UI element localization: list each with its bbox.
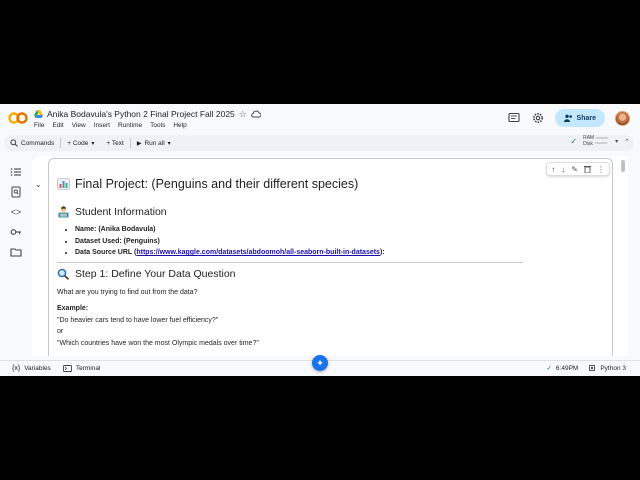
colab-logo[interactable] [8,111,28,125]
data-source-link[interactable]: https://www.kaggle.com/datasets/abdoomoh… [136,249,380,256]
notebook-title[interactable]: Anika Bodavula's Python 2 Final Project … [47,109,235,119]
terminal-button[interactable]: Terminal [62,365,101,372]
vertical-scrollbar[interactable] [620,156,626,356]
data-source-suffix: ): [379,249,385,256]
runtime-indicator[interactable]: Python 3 [588,364,626,372]
delete-icon[interactable] [584,165,591,173]
student-info-heading: Student Information [57,206,597,218]
table-of-contents-icon[interactable] [10,166,22,178]
menu-bar: File Edit View Insert Runtime Tools Help [34,122,187,129]
student-emoji-icon [58,206,69,218]
add-text-label: + Text [106,139,124,147]
resource-meter[interactable]: RAM Disk [583,135,609,147]
bar-chart-icon [57,178,70,190]
chevron-down-icon[interactable]: ▾ [91,140,94,147]
cloud-saved-icon[interactable] [251,110,261,118]
more-options-icon[interactable]: ⋮ [597,165,605,174]
disk-label: Disk [583,140,593,147]
find-replace-icon[interactable] [10,186,22,198]
example-1: "Do heavier cars tend to have lower fuel… [57,316,219,324]
people-icon [563,114,572,122]
cell-heading: Final Project: (Penguins and their diffe… [57,177,597,191]
chevron-up-icon[interactable]: ⌃ [624,138,630,146]
commands-button[interactable]: Commands [4,139,60,147]
execution-status[interactable]: ✓ 6:49PM [546,364,579,373]
toolbar: Commands + Code ▾ + Text ▶ Run all ▾ ✓ R… [4,135,634,151]
chevron-down-icon[interactable]: ▾ [168,140,171,147]
notebook-area: ⌄ ↑ ↓ ✎ ⋮ Final Project: (Penguins and t [32,156,628,356]
scrollbar-thumb[interactable] [621,160,625,172]
data-source-label: Data Source URL ( [75,249,137,256]
chevron-down-icon[interactable]: ▾ [615,138,618,145]
menu-insert[interactable]: Insert [94,122,110,129]
commands-label: Commands [21,139,55,147]
magnifier-icon [57,268,70,280]
or-text: or [57,328,64,335]
cell-toolbar: ↑ ↓ ✎ ⋮ [546,162,610,176]
execution-time: 6:49PM [555,364,579,372]
markdown-cell[interactable]: ↑ ↓ ✎ ⋮ Final Project: (Penguins and the… [48,158,613,356]
add-text-button[interactable]: + Text [100,140,129,147]
menu-view[interactable]: View [72,122,86,129]
example-2: "Which countries have won the most Olymp… [57,339,259,347]
horizontal-rule [57,261,523,263]
menu-help[interactable]: Help [173,122,186,129]
add-code-button[interactable]: + Code ▾ [61,140,100,147]
play-icon: ▶ [136,140,142,147]
final-project-title: Final Project: (Penguins and their diffe… [75,177,359,191]
checkmark-icon: ✓ [546,365,552,372]
menu-edit[interactable]: Edit [52,122,63,129]
search-icon [10,139,18,147]
variables-label: Variables [24,365,51,372]
run-all-button[interactable]: ▶ Run all ▾ [131,140,177,147]
menu-tools[interactable]: Tools [150,122,165,129]
account-avatar[interactable] [615,110,630,126]
collapse-section-icon[interactable]: ⌄ [35,180,42,189]
runtime-chip-icon [589,365,596,371]
student-info-label: Student Information [75,206,167,218]
share-label: Share [576,114,596,122]
terminal-icon [62,365,72,372]
gemini-sparkle-button[interactable]: ✦ [312,355,328,371]
run-all-label: Run all [144,139,165,147]
comments-icon[interactable] [507,111,521,125]
step1-heading: Step 1: Define Your Data Question [57,268,597,280]
list-item: Data Source URL (https://www.kaggle.com/… [75,247,597,259]
edit-pencil-icon[interactable]: ✎ [571,165,578,174]
variables-button[interactable]: {x} Variables [12,365,51,372]
variables-icon: {x} [12,365,21,372]
list-item: Dataset Used: (Penguins) [75,236,597,248]
sparkle-icon: ✦ [316,357,324,368]
example-label: Example: [57,305,89,312]
left-sidebar: <> [0,156,32,356]
move-down-icon[interactable]: ↓ [561,165,565,174]
drive-icon [34,110,43,118]
runtime-label: Python 3 [600,364,626,372]
star-icon[interactable]: ☆ [239,109,247,119]
move-up-icon[interactable]: ↑ [551,165,555,174]
step1-label: Step 1: Define Your Data Question [75,267,236,280]
header-bar: Anika Bodavula's Python 2 Final Project … [0,104,640,134]
colab-window: Anika Bodavula's Python 2 Final Project … [0,104,640,376]
menu-file[interactable]: File [34,122,44,129]
step1-prompt: What are you trying to find out from the… [57,288,198,296]
share-button[interactable]: Share [554,109,605,127]
student-info-list: Name: (Anika Bodavula) Dataset Used: (Pe… [75,224,597,259]
add-code-label: + Code [67,139,89,147]
menu-runtime[interactable]: Runtime [118,122,142,129]
code-snippets-icon[interactable]: <> [10,206,22,218]
terminal-label: Terminal [75,365,101,372]
connected-check-icon: ✓ [570,137,578,146]
secrets-key-icon[interactable] [10,226,22,238]
folder-icon[interactable] [10,246,22,258]
settings-gear-icon[interactable] [531,111,545,125]
list-item: Name: (Anika Bodavula) [75,224,597,236]
